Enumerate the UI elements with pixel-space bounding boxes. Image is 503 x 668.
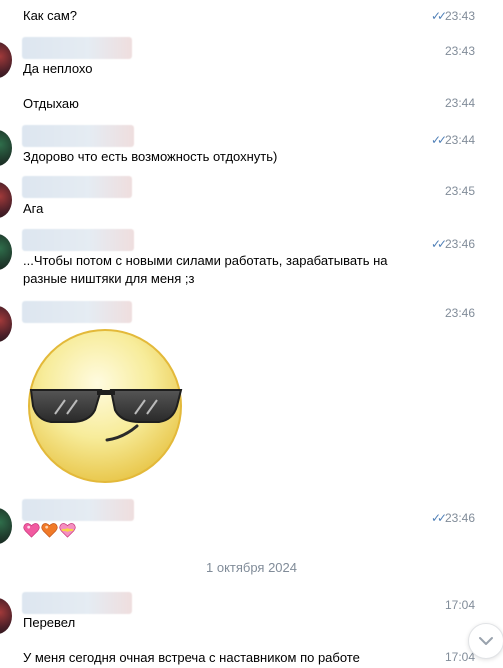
- message-time[interactable]: 23:43: [445, 44, 475, 58]
- message-time[interactable]: 17:04: [445, 650, 475, 664]
- sunglasses-smiley-sticker[interactable]: [25, 322, 185, 490]
- sparkling-heart-icon: [23, 523, 40, 538]
- emoji-hearts: [23, 522, 76, 538]
- message-text: ...Чтобы потом с новыми силами работать,…: [23, 253, 388, 268]
- message-text: Перевел: [23, 615, 76, 630]
- message-text: Как сам?: [23, 8, 77, 23]
- date-separator: 1 октября 2024: [206, 560, 297, 575]
- sender-name-blurred[interactable]: [22, 499, 134, 521]
- sender-name-blurred[interactable]: [22, 592, 132, 614]
- chevron-down-icon: [479, 637, 493, 645]
- message-time[interactable]: 23:44: [445, 133, 475, 147]
- message-time[interactable]: 17:04: [445, 598, 475, 612]
- scroll-down-button[interactable]: [468, 623, 503, 659]
- message-text-line-2: разные ништяки для меня ;з: [23, 271, 195, 286]
- double-check-icon: ✓✓: [431, 9, 447, 23]
- sender-name-blurred[interactable]: [22, 176, 132, 198]
- message-time[interactable]: 23:46: [445, 511, 475, 525]
- avatar[interactable]: [0, 234, 12, 270]
- avatar[interactable]: [0, 130, 12, 166]
- heart-with-ribbon-icon: [59, 523, 76, 538]
- double-check-icon: ✓✓: [431, 133, 447, 147]
- avatar[interactable]: [0, 508, 12, 544]
- message-time[interactable]: 23:46: [445, 237, 475, 251]
- sender-name-blurred[interactable]: [22, 125, 134, 147]
- double-check-icon: ✓✓: [431, 511, 447, 525]
- message-time[interactable]: 23:45: [445, 184, 475, 198]
- avatar[interactable]: [0, 598, 12, 634]
- avatar[interactable]: [0, 42, 12, 78]
- message-time[interactable]: 23:43: [445, 9, 475, 23]
- orange-heart-icon: [41, 523, 58, 538]
- message-text: У меня сегодня очная встреча с наставник…: [23, 650, 360, 665]
- message-text: Да неплохо: [23, 61, 93, 76]
- avatar[interactable]: [0, 306, 12, 342]
- avatar[interactable]: [0, 182, 12, 218]
- message-text: Здорово что есть возможность отдохнуть): [23, 149, 278, 164]
- sender-name-blurred[interactable]: [22, 37, 132, 59]
- sender-name-blurred[interactable]: [22, 301, 132, 323]
- sender-name-blurred[interactable]: [22, 229, 134, 251]
- message-text: Отдыхаю: [23, 96, 79, 111]
- double-check-icon: ✓✓: [431, 237, 447, 251]
- message-text: Ага: [23, 201, 44, 216]
- message-time[interactable]: 23:46: [445, 306, 475, 320]
- message-time[interactable]: 23:44: [445, 96, 475, 110]
